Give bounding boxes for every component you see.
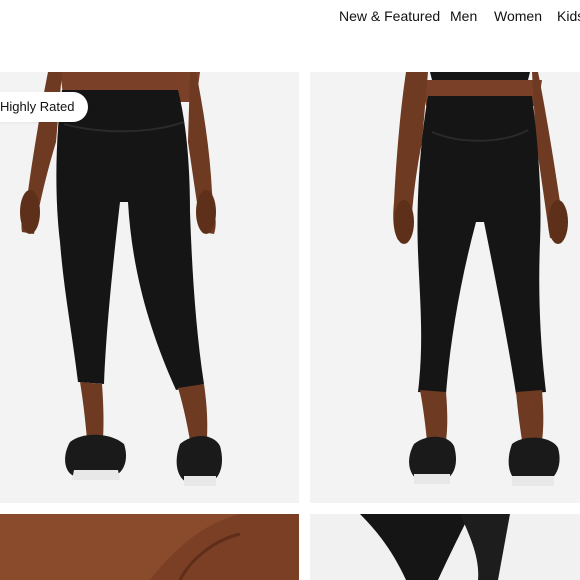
waistband-detail-illustration [310, 514, 580, 580]
product-image-closeup[interactable] [0, 514, 299, 580]
leggings-front-illustration [20, 72, 222, 486]
skin-closeup-illustration [0, 514, 299, 580]
product-image-front[interactable]: Highly Rated [0, 72, 299, 503]
nav-kids[interactable]: Kids [557, 7, 580, 25]
nav-new-featured[interactable]: New & Featured [339, 7, 440, 25]
product-image-detail[interactable] [310, 514, 580, 580]
leggings-back-illustration [393, 72, 568, 486]
nav-men[interactable]: Men [450, 7, 477, 25]
top-navigation: New & Featured Men Women Kids [0, 0, 580, 34]
nav-women[interactable]: Women [494, 7, 542, 25]
product-image-back[interactable] [310, 72, 580, 503]
highly-rated-badge: Highly Rated [0, 92, 89, 122]
